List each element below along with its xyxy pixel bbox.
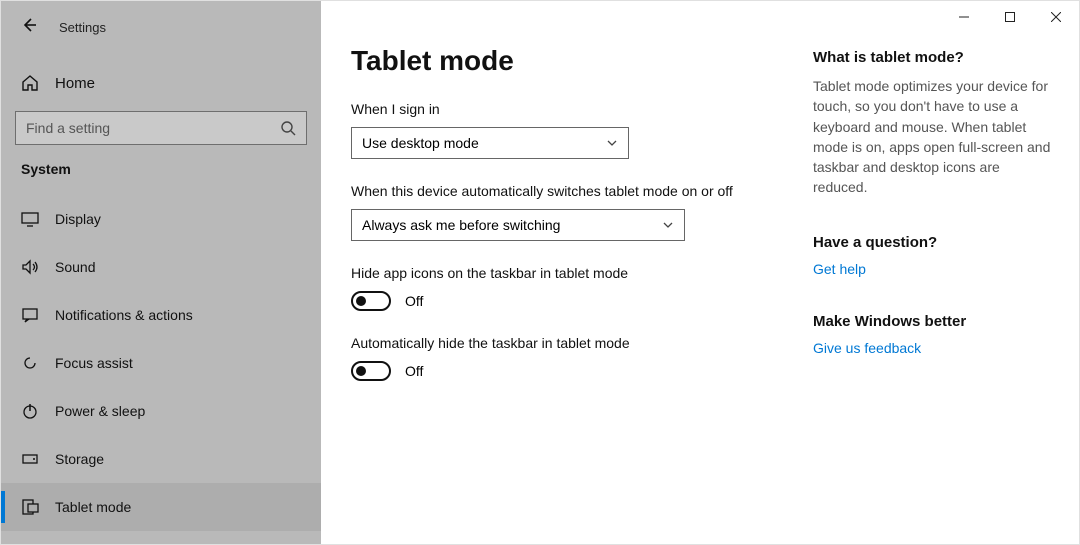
- back-icon[interactable]: [21, 17, 37, 38]
- hide-taskbar-label: Automatically hide the taskbar in tablet…: [351, 335, 801, 351]
- question-title: Have a question?: [813, 234, 1051, 251]
- display-icon: [21, 210, 39, 228]
- main-content: Tablet mode When I sign in Use desktop m…: [351, 45, 801, 544]
- chevron-down-icon: [606, 137, 618, 149]
- sidebar-item-label: Notifications & actions: [55, 307, 193, 323]
- sidebar-item-power-sleep[interactable]: Power & sleep: [1, 387, 321, 435]
- sidebar-item-label: Power & sleep: [55, 403, 145, 419]
- sidebar-item-display[interactable]: Display: [1, 195, 321, 243]
- chevron-down-icon: [662, 219, 674, 231]
- sidebar: Settings Home System Display Sound: [1, 1, 321, 544]
- auto-switch-label: When this device automatically switches …: [351, 183, 801, 199]
- sidebar-item-label: Focus assist: [55, 355, 133, 371]
- feedback-title: Make Windows better: [813, 313, 1051, 330]
- signin-dropdown[interactable]: Use desktop mode: [351, 127, 629, 159]
- feedback-link[interactable]: Give us feedback: [813, 340, 1051, 356]
- sidebar-item-focus-assist[interactable]: Focus assist: [1, 339, 321, 387]
- sidebar-home[interactable]: Home: [1, 63, 321, 103]
- window-title: Settings: [59, 20, 106, 35]
- page-title: Tablet mode: [351, 45, 801, 77]
- sidebar-item-label: Tablet mode: [55, 499, 131, 515]
- auto-switch-value: Always ask me before switching: [362, 217, 560, 233]
- notifications-icon: [21, 306, 39, 324]
- get-help-link[interactable]: Get help: [813, 261, 1051, 277]
- focus-assist-icon: [21, 354, 39, 372]
- aside: What is tablet mode? Tablet mode optimiz…: [801, 45, 1051, 544]
- tablet-mode-icon: [21, 498, 39, 516]
- section-system: System: [1, 161, 321, 195]
- maximize-button[interactable]: [987, 1, 1033, 33]
- close-button[interactable]: [1033, 1, 1079, 33]
- sidebar-item-label: Sound: [55, 259, 95, 275]
- sound-icon: [21, 258, 39, 276]
- sidebar-item-tablet-mode[interactable]: Tablet mode: [1, 483, 321, 531]
- hide-icons-state: Off: [405, 293, 423, 309]
- search-input[interactable]: [26, 120, 280, 136]
- auto-switch-dropdown[interactable]: Always ask me before switching: [351, 209, 685, 241]
- home-label: Home: [55, 75, 95, 92]
- info-title: What is tablet mode?: [813, 49, 1051, 66]
- sidebar-item-storage[interactable]: Storage: [1, 435, 321, 483]
- hide-icons-toggle[interactable]: [351, 291, 391, 311]
- hide-taskbar-state: Off: [405, 363, 423, 379]
- hide-taskbar-toggle[interactable]: [351, 361, 391, 381]
- minimize-button[interactable]: [941, 1, 987, 33]
- sidebar-item-sound[interactable]: Sound: [1, 243, 321, 291]
- power-icon: [21, 402, 39, 420]
- search-icon: [280, 120, 296, 136]
- sidebar-item-label: Display: [55, 211, 101, 227]
- sidebar-item-notifications[interactable]: Notifications & actions: [1, 291, 321, 339]
- signin-label: When I sign in: [351, 101, 801, 117]
- signin-value: Use desktop mode: [362, 135, 479, 151]
- storage-icon: [21, 450, 39, 468]
- search-input-wrapper[interactable]: [15, 111, 307, 145]
- home-icon: [21, 74, 39, 92]
- sidebar-item-label: Storage: [55, 451, 104, 467]
- info-body: Tablet mode optimizes your device for to…: [813, 76, 1051, 198]
- hide-icons-label: Hide app icons on the taskbar in tablet …: [351, 265, 801, 281]
